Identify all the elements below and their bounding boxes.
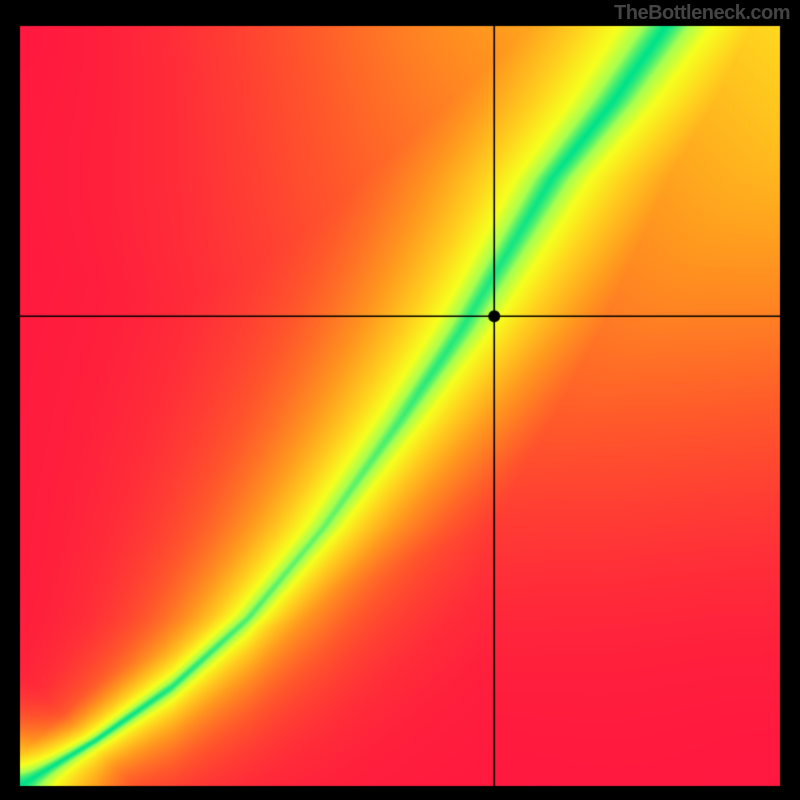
attribution-label: TheBottleneck.com xyxy=(614,2,790,25)
bottleneck-heatmap xyxy=(0,0,800,800)
